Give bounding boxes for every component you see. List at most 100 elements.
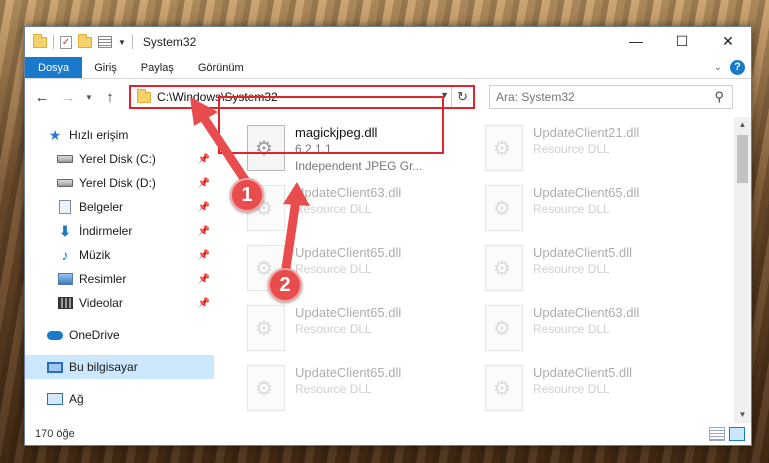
file-name: UpdateClient65.dll [295,305,402,320]
explorer-body: ★ Hızlı erişim Yerel Disk (C:) 📌 Yerel D… [25,117,751,423]
file-description: Resource DLL [295,322,372,336]
pin-icon: 📌 [197,201,210,213]
navigation-pane: ★ Hızlı erişim Yerel Disk (C:) 📌 Yerel D… [25,117,215,423]
dll-file-icon [485,185,523,231]
nav-quick-access[interactable]: ★ Hızlı erişim [25,123,214,147]
back-button[interactable]: ← [31,86,53,108]
download-icon: ⬇ [59,222,71,239]
file-description: Resource DLL [533,322,610,336]
up-button[interactable]: ↑ [99,86,121,108]
pin-icon: 📌 [197,297,210,309]
nav-videos[interactable]: Videolar 📌 [25,291,214,315]
customize-toolbar-chevron-icon[interactable]: ▼ [118,38,126,47]
dll-file-icon [247,365,285,411]
maximize-button[interactable]: ☐ [659,27,705,55]
search-icon[interactable]: ⚲ [714,89,724,105]
file-tile[interactable]: UpdateClient63.dll Resource DLL [247,181,467,237]
quick-access-toolbar: ✓ ▼ [33,33,126,49]
ribbon-tabs: Dosya Giriş Paylaş Görünüm ⌄ ? [25,57,751,79]
help-icon[interactable]: ? [730,60,745,75]
nav-onedrive[interactable]: OneDrive [25,323,214,347]
search-input[interactable] [496,90,696,104]
vertical-scrollbar[interactable]: ▲ ▼ [734,117,751,423]
search-box[interactable]: ⚲ [489,85,733,109]
refresh-icon[interactable]: ↻ [451,87,473,107]
pin-icon: 📌 [197,177,210,189]
file-tile[interactable]: UpdateClient65.dll Resource DLL [247,301,467,357]
file-tile[interactable]: UpdateClient21.dll Resource DLL [485,121,705,177]
scroll-up-icon[interactable]: ▲ [734,117,751,133]
file-name: UpdateClient65.dll [295,245,402,260]
tab-share[interactable]: Paylaş [129,57,186,78]
videos-icon [57,296,73,310]
toolbar-separator [53,35,54,49]
nav-item-label: Resimler [79,272,127,286]
nav-local-disk-c[interactable]: Yerel Disk (C:) 📌 [25,147,214,171]
window-title: System32 [142,35,197,49]
nav-music[interactable]: ♪ Müzik 📌 [25,243,214,267]
folder-icon [33,33,47,48]
properties-check-icon[interactable]: ✓ [60,35,72,49]
file-name: UpdateClient21.dll [533,125,640,140]
file-tile[interactable]: UpdateClient5.dll Resource DLL [485,241,705,297]
forward-button[interactable]: → [57,86,79,108]
title-separator [131,35,133,49]
tab-file[interactable]: Dosya [25,57,83,78]
file-tile[interactable]: UpdateClient65.dll Resource DLL [485,181,705,237]
network-icon [47,392,63,406]
star-icon: ★ [48,126,62,143]
pin-icon: 📌 [197,273,210,285]
file-tile[interactable]: UpdateClient63.dll Resource DLL [485,301,705,357]
folder-icon [137,88,151,103]
dll-file-icon [485,245,523,291]
file-tile[interactable]: UpdateClient65.dll Resource DLL [247,361,467,417]
file-description: Resource DLL [533,382,610,396]
scroll-thumb[interactable] [737,135,748,183]
tab-home[interactable]: Giriş [82,57,129,78]
nav-item-label: Yerel Disk (D:) [79,176,156,190]
step-1-badge: 1 [230,178,264,212]
large-icons-view-icon[interactable] [729,427,745,441]
nav-item-label: Ağ [69,392,84,406]
new-folder-icon[interactable] [78,33,92,48]
file-name: UpdateClient65.dll [533,185,640,200]
pin-icon: 📌 [197,153,210,165]
recent-locations-chevron-icon[interactable]: ▼ [83,86,95,108]
file-explorer-window: ✓ ▼ System32 — ☐ ✕ Dosya Giriş Paylaş Gö… [24,26,752,446]
nav-this-pc[interactable]: Bu bilgisayar [25,355,214,379]
item-count: 170 öğe [35,428,75,440]
nav-network[interactable]: Ağ [25,387,214,411]
nav-local-disk-d[interactable]: Yerel Disk (D:) 📌 [25,171,214,195]
nav-pictures[interactable]: Resimler 📌 [25,267,214,291]
ribbon-right-controls: ⌄ ? [714,60,745,75]
nav-item-label: Belgeler [79,200,124,214]
documents-icon [57,200,73,214]
file-name: UpdateClient63.dll [295,185,402,200]
nav-item-label: Müzik [79,248,111,262]
file-description: Resource DLL [533,262,610,276]
status-bar: 170 öğe [25,423,751,445]
step-2-badge: 2 [268,268,302,302]
expand-ribbon-chevron-icon[interactable]: ⌄ [714,62,722,73]
title-bar: ✓ ▼ System32 — ☐ ✕ [25,27,751,57]
minimize-button[interactable]: — [613,27,659,55]
scroll-down-icon[interactable]: ▼ [734,407,751,423]
file-name: UpdateClient65.dll [295,365,402,380]
nav-downloads[interactable]: ⬇ İndirmeler 📌 [25,219,214,243]
nav-item-label: İndirmeler [79,224,133,238]
close-button[interactable]: ✕ [705,27,751,55]
file-description: Resource DLL [533,142,610,156]
properties-icon[interactable] [98,36,112,48]
dll-file-icon [485,125,523,171]
file-list: magickjpeg.dll 6.2.1.1 Independent JPEG … [215,117,751,423]
nav-item-label: OneDrive [69,328,120,342]
details-view-icon[interactable] [709,427,725,441]
nav-documents[interactable]: Belgeler 📌 [25,195,214,219]
tab-view[interactable]: Görünüm [186,57,256,78]
file-tile[interactable]: UpdateClient5.dll Resource DLL [485,361,705,417]
nav-item-label: Hızlı erişim [69,128,129,142]
file-description: Resource DLL [533,202,610,216]
file-description: Resource DLL [295,202,372,216]
